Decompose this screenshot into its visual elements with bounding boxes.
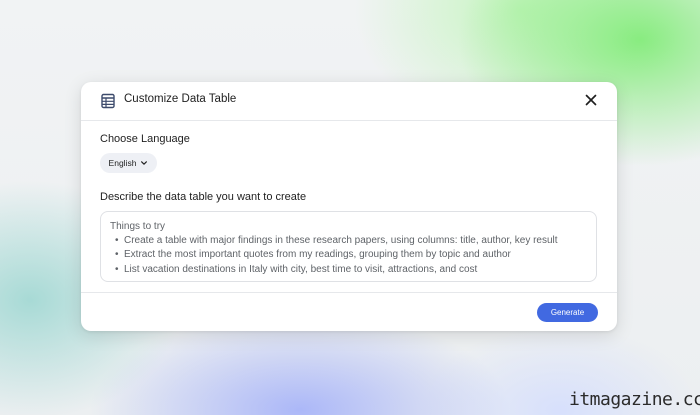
watermark: itmagazine.cc	[569, 389, 700, 410]
chevron-down-icon	[141, 161, 148, 165]
describe-table-input[interactable]: Things to try Create a table with major …	[100, 211, 597, 282]
describe-table-label: Describe the data table you want to crea…	[100, 191, 307, 203]
dialog-header: Customize Data Table	[81, 82, 617, 121]
suggestions-list: Create a table with major findings in th…	[110, 234, 587, 277]
customize-data-table-dialog: Customize Data Table Choose Language Eng…	[81, 82, 617, 331]
language-value: English	[108, 158, 137, 168]
close-icon[interactable]	[583, 92, 599, 108]
list-item: Extract the most important quotes from m…	[115, 248, 587, 262]
table-icon	[101, 93, 115, 109]
choose-language-label: Choose Language	[100, 133, 190, 145]
list-item: List vacation destinations in Italy with…	[115, 263, 587, 277]
language-dropdown[interactable]: English	[100, 153, 157, 173]
dialog-title: Customize Data Table	[124, 93, 237, 105]
dialog-footer: Generate	[81, 292, 617, 331]
list-item: Create a table with major findings in th…	[115, 234, 587, 248]
suggestions-heading: Things to try	[110, 221, 166, 232]
generate-button[interactable]: Generate	[537, 303, 598, 322]
